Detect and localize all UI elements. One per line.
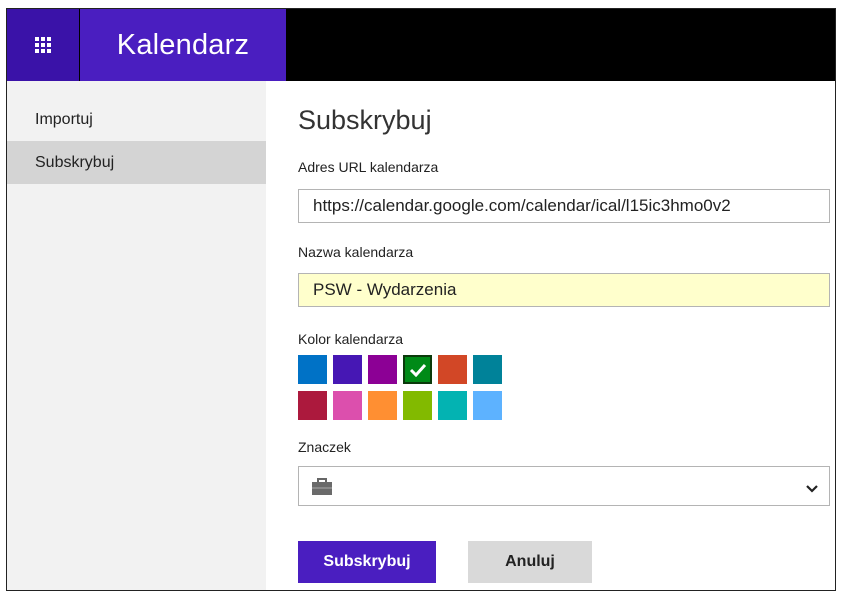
- checkmark-icon: [409, 363, 426, 377]
- calendar-name-input[interactable]: [298, 273, 830, 307]
- color-swatch-blue[interactable]: [298, 355, 327, 384]
- waffle-icon: [35, 37, 51, 53]
- briefcase-icon: [311, 478, 333, 501]
- color-swatch-indigo[interactable]: [333, 355, 362, 384]
- app-title[interactable]: Kalendarz: [80, 9, 286, 81]
- color-label: Kolor kalendarza: [298, 331, 404, 347]
- page-title: Subskrybuj: [298, 105, 432, 135]
- color-swatch-orange-red[interactable]: [438, 355, 467, 384]
- color-swatch-pink[interactable]: [333, 391, 362, 420]
- url-label: Adres URL kalendarza: [298, 159, 439, 175]
- name-label: Nazwa kalendarza: [298, 244, 414, 260]
- color-swatch-turquoise[interactable]: [438, 391, 467, 420]
- top-bar: Kalendarz: [7, 9, 835, 81]
- sidebar-item-import[interactable]: Importuj: [7, 98, 266, 141]
- color-row-2: [298, 391, 502, 420]
- color-swatch-purple[interactable]: [368, 355, 397, 384]
- subscribe-button[interactable]: Subskrybuj: [298, 541, 436, 583]
- chevron-down-icon: [805, 481, 819, 499]
- color-swatch-light-blue[interactable]: [473, 391, 502, 420]
- color-swatch-teal[interactable]: [473, 355, 502, 384]
- app-launcher-button[interactable]: [7, 9, 79, 81]
- sidebar: Importuj Subskrybuj: [7, 81, 266, 590]
- color-swatch-green[interactable]: [403, 355, 432, 384]
- sidebar-item-subscribe[interactable]: Subskrybuj: [7, 141, 266, 184]
- app-window: Kalendarz Importuj Subskrybuj Subskrybuj…: [6, 8, 836, 591]
- charm-select[interactable]: [298, 466, 830, 506]
- charm-label: Znaczek: [298, 439, 351, 455]
- color-swatch-crimson[interactable]: [298, 391, 327, 420]
- color-swatch-orange[interactable]: [368, 391, 397, 420]
- color-swatch-lime[interactable]: [403, 391, 432, 420]
- color-row-1: [298, 355, 502, 384]
- cancel-button[interactable]: Anuluj: [468, 541, 592, 583]
- url-input[interactable]: [298, 189, 830, 223]
- subscribe-form: Subskrybuj Adres URL kalendarza Nazwa ka…: [298, 81, 835, 590]
